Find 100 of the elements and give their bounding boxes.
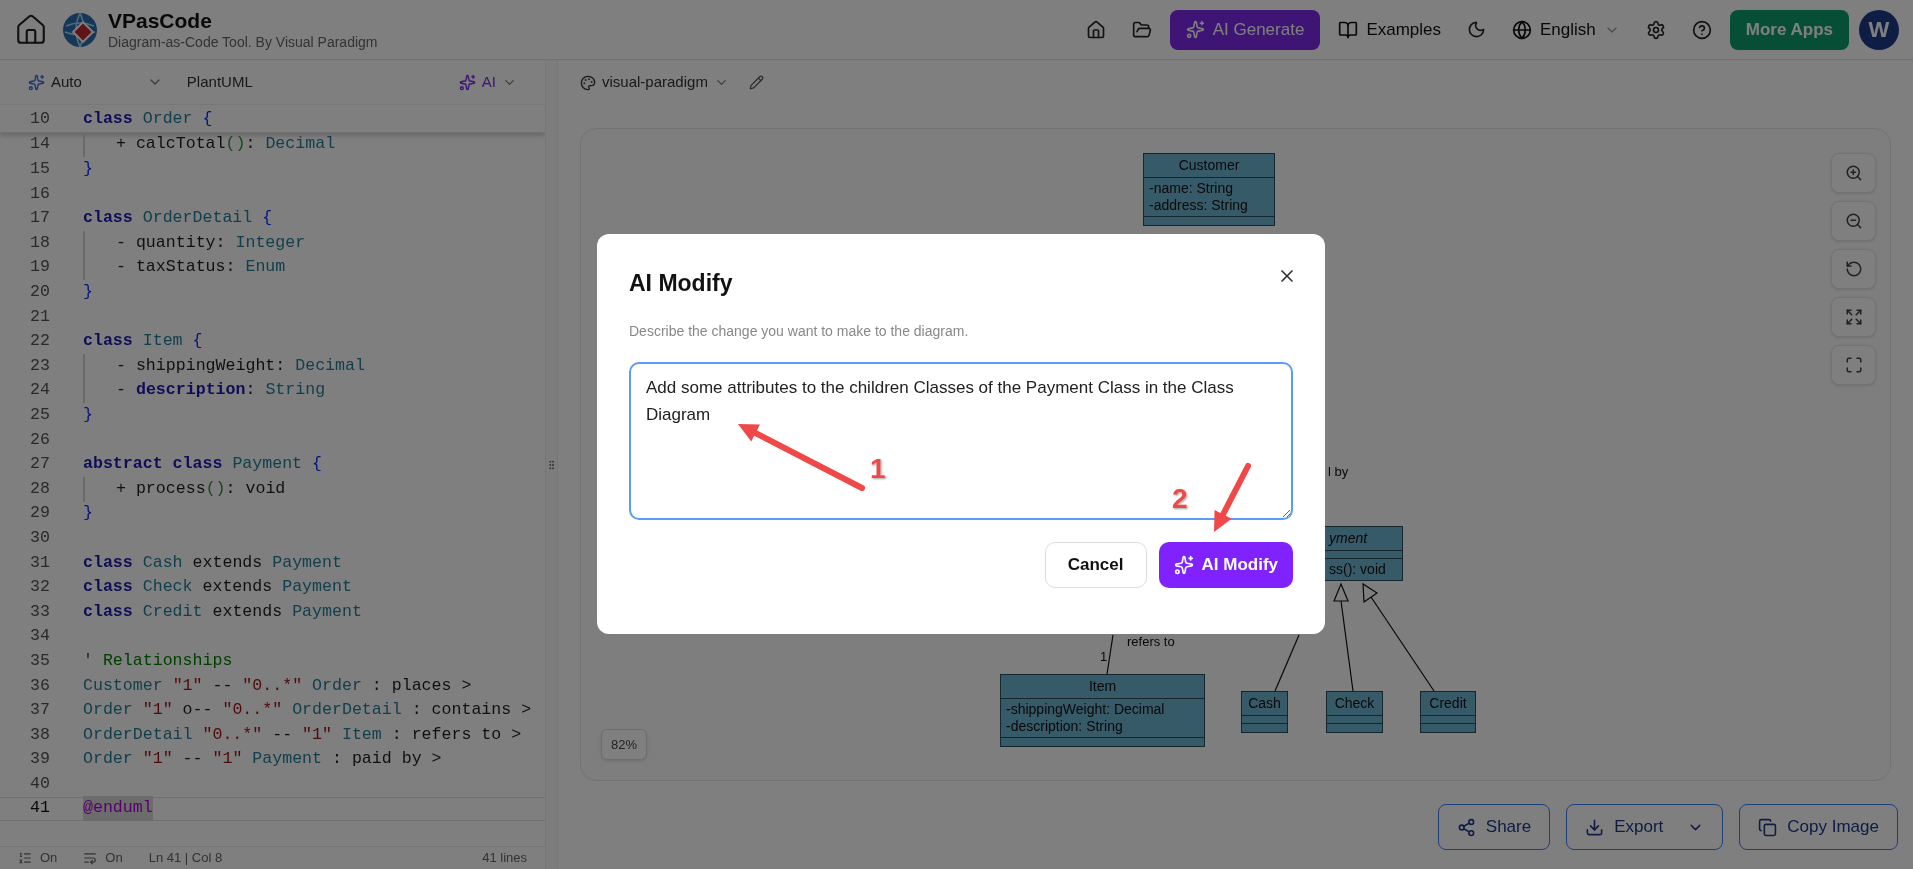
help-icon[interactable] xyxy=(1691,19,1712,40)
line-numbers-icon[interactable] xyxy=(18,851,32,865)
fit-button[interactable] xyxy=(1831,297,1876,337)
class-attribute: -name: String xyxy=(1149,180,1235,197)
language-select[interactable]: PlantUML xyxy=(186,70,253,94)
ai-generate-button[interactable]: AI Generate xyxy=(1169,9,1321,50)
line-number: 35 xyxy=(29,649,51,672)
reset-button[interactable] xyxy=(1831,249,1876,289)
code-line: Customer "1" -- "0..*" Order : places > xyxy=(83,674,472,697)
line-number: 25 xyxy=(29,404,51,426)
zoom-out-icon xyxy=(1844,212,1863,230)
word-wrap-icon[interactable] xyxy=(83,851,98,865)
sparkle-icon xyxy=(28,73,45,91)
code-line: + process(): void xyxy=(83,476,286,502)
dialog-title: AI Modify xyxy=(629,269,733,298)
line-number: 40 xyxy=(29,772,51,795)
code-line: - description: String xyxy=(83,378,326,404)
line-number: 26 xyxy=(29,428,51,451)
cursor-position: Ln 41 | Col 8 xyxy=(148,849,223,868)
home-icon[interactable] xyxy=(1085,19,1106,40)
app-title: VPasCode xyxy=(108,7,213,34)
word-wrap-status[interactable]: On xyxy=(105,848,123,868)
expand-icon xyxy=(1844,308,1863,326)
folder-icon[interactable] xyxy=(1131,19,1152,40)
edit-icon[interactable] xyxy=(748,75,764,90)
code-line: class Cash extends Payment xyxy=(83,551,342,574)
class-name: Check xyxy=(1334,695,1375,711)
class-name: Item xyxy=(1088,678,1117,694)
line-number: 32 xyxy=(29,576,51,599)
code-line: class Check extends Payment xyxy=(83,576,352,599)
logo-icon xyxy=(62,11,98,48)
resize-handle-icon[interactable] xyxy=(546,458,557,471)
theme-select[interactable]: visual-paradigm xyxy=(580,71,729,94)
class-attribute: -address: String xyxy=(1149,197,1249,214)
class-method: ss(): void xyxy=(1329,561,1387,578)
code-line: OrderDetail "0..*" -- "1" Item : refers to > xyxy=(83,723,522,746)
line-number: 16 xyxy=(29,182,51,205)
code-line: } xyxy=(83,404,93,426)
user-avatar[interactable]: W xyxy=(1859,9,1899,50)
class-name: Cash xyxy=(1248,695,1281,711)
code-line: ' Relationships xyxy=(83,649,233,672)
line-number: 31 xyxy=(29,551,51,574)
code-line: Order "1" -- "1" Payment : paid by > xyxy=(83,748,442,771)
share-icon xyxy=(1456,817,1476,837)
zoom-level: 82% xyxy=(601,728,648,760)
sparkle-icon xyxy=(1185,20,1205,39)
fullscreen-button[interactable] xyxy=(1831,345,1876,385)
cancel-button[interactable]: Cancel xyxy=(1044,541,1147,588)
code-line: - taxStatus: Enum xyxy=(83,255,286,281)
more-apps-button[interactable]: More Apps xyxy=(1729,9,1849,50)
line-number: 29 xyxy=(29,502,51,525)
line-numbers-status[interactable]: On xyxy=(40,848,58,868)
code-line: class Order { xyxy=(83,108,213,131)
examples-link[interactable]: Examples xyxy=(1330,9,1449,50)
line-number: 36 xyxy=(29,674,51,697)
line-number: 34 xyxy=(29,625,51,648)
language-select[interactable]: English xyxy=(1504,9,1628,50)
line-number: 18 xyxy=(29,231,51,254)
zoom-in-button[interactable] xyxy=(1831,153,1876,193)
ai-modify-button[interactable]: AI Modify xyxy=(1158,541,1293,588)
home-icon[interactable] xyxy=(14,12,48,47)
mode-select[interactable]: Auto xyxy=(28,70,82,94)
palette-icon xyxy=(580,74,596,91)
sparkle-icon xyxy=(458,73,476,91)
code-line: + calcTotal(): Decimal xyxy=(83,132,336,158)
class-name: Customer xyxy=(1178,157,1240,173)
line-number: 24 xyxy=(29,379,51,402)
line-number: 39 xyxy=(29,748,51,771)
line-count: 41 lines xyxy=(482,849,527,868)
line-number: 22 xyxy=(29,330,51,353)
ai-menu-button[interactable]: AI xyxy=(458,70,517,94)
line-number: 30 xyxy=(29,526,51,549)
line-number: 15 xyxy=(29,158,51,181)
copy-icon xyxy=(1758,817,1778,837)
download-icon xyxy=(1585,817,1605,837)
code-line: } xyxy=(83,281,93,303)
share-button[interactable]: Share xyxy=(1437,804,1551,850)
copy-image-button[interactable]: Copy Image xyxy=(1739,804,1898,850)
line-number: 38 xyxy=(29,723,51,746)
dialog-description: Describe the change you want to make to the diagram. xyxy=(629,321,970,341)
zoom-in-icon xyxy=(1844,164,1863,182)
settings-icon[interactable] xyxy=(1645,19,1666,40)
connector-line xyxy=(1274,634,1300,692)
app-subtitle: Diagram-as-Code Tool. By Visual Paradigm xyxy=(108,33,378,52)
zoom-out-button[interactable] xyxy=(1831,201,1876,241)
relation-label: 1 xyxy=(1100,648,1108,666)
code-line: - quantity: Integer xyxy=(83,230,306,256)
line-number: 17 xyxy=(29,207,51,230)
export-button[interactable]: Export xyxy=(1566,804,1724,850)
line-number: 28 xyxy=(29,477,51,500)
globe-icon xyxy=(1512,19,1532,40)
code-line: - shippingWeight: Decimal xyxy=(83,353,365,379)
moon-icon[interactable] xyxy=(1467,20,1486,39)
rotate-icon xyxy=(1844,260,1863,278)
code-line: } xyxy=(83,502,93,525)
code-line: } xyxy=(83,158,93,181)
line-number: 14 xyxy=(29,133,51,156)
line-number: 41 xyxy=(29,797,51,820)
line-number: 19 xyxy=(29,256,51,279)
line-number: 20 xyxy=(29,281,51,303)
